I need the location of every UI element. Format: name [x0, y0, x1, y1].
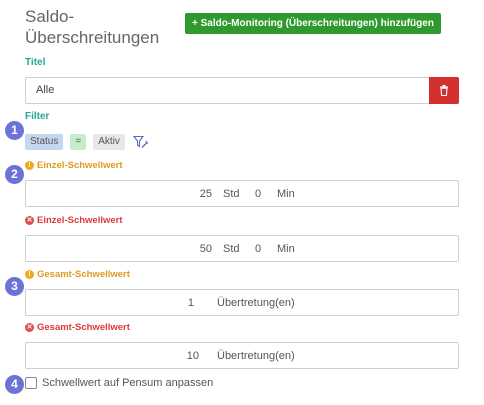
error-icon: ✕ [25, 323, 34, 332]
filter-section-label: Filter [25, 111, 50, 122]
step-badge-3: 3 [5, 277, 24, 296]
threshold-label-single-warning: ! Einzel-Schwellwert [25, 160, 123, 171]
filter-edit-icon[interactable] [132, 134, 150, 150]
step-badge-4: 4 [5, 375, 24, 394]
warning-icon: ! [25, 161, 34, 170]
pensum-checkbox-label: Schwellwert auf Pensum anpassen [42, 377, 214, 389]
warning-icon: ! [25, 270, 34, 279]
total-threshold-error-input[interactable]: 10 Übertretung(en) [25, 342, 459, 369]
threshold-label-total-error: ✕ Gesamt-Schwellwert [25, 322, 130, 333]
step-badge-2: 2 [5, 165, 24, 184]
filter-row: Status = Aktiv [25, 133, 150, 150]
pensum-checkbox[interactable] [25, 377, 37, 389]
threshold-label-total-warning: ! Gesamt-Schwellwert [25, 269, 130, 280]
page-title: Saldo-Überschreitungen [25, 7, 160, 47]
delete-button[interactable] [429, 77, 459, 104]
error-icon: ✕ [25, 216, 34, 225]
add-saldo-monitoring-button[interactable]: + Saldo-Monitoring (Überschreitungen) hi… [185, 13, 441, 34]
filter-operator-chip[interactable]: = [70, 133, 87, 150]
single-threshold-warning-input[interactable]: 25 Std 0 Min [25, 180, 459, 207]
threshold-label-single-error: ✕ Einzel-Schwellwert [25, 215, 123, 226]
step-badge-1: 1 [5, 121, 24, 140]
filter-value-chip[interactable]: Aktiv [93, 133, 125, 150]
filter-field-chip[interactable]: Status [25, 133, 64, 150]
title-section-label: Titel [25, 57, 46, 68]
title-input[interactable]: Alle [25, 77, 430, 104]
trash-icon [440, 85, 448, 96]
total-threshold-warning-input[interactable]: 1 Übertretung(en) [25, 289, 459, 316]
single-threshold-error-input[interactable]: 50 Std 0 Min [25, 235, 459, 262]
pensum-checkbox-row[interactable]: Schwellwert auf Pensum anpassen [25, 377, 213, 389]
